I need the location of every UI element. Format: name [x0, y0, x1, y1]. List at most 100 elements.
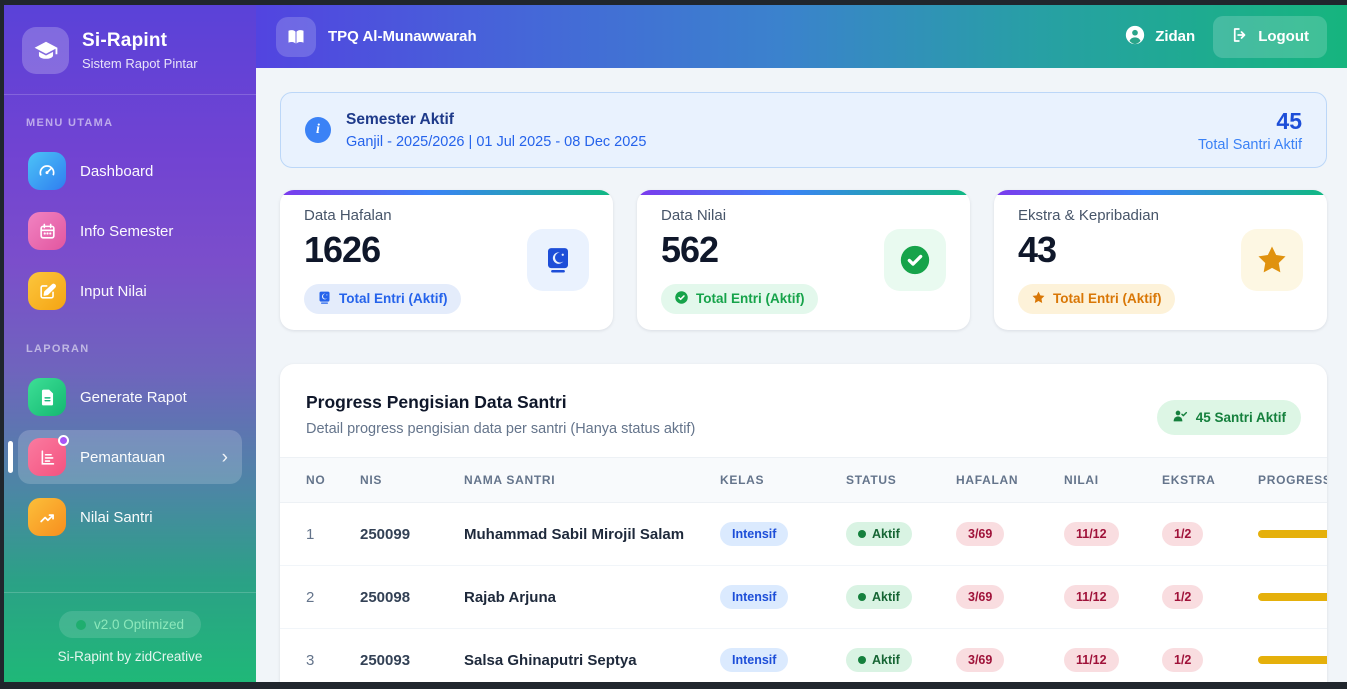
logout-button[interactable]: Logout	[1213, 15, 1327, 58]
app-tagline: Sistem Rapot Pintar	[82, 56, 198, 71]
col-status: STATUS	[836, 457, 946, 503]
status-dot-icon	[858, 656, 866, 664]
sidebar-item-input-nilai[interactable]: Input Nilai	[18, 264, 242, 318]
semester-detail: Ganjil - 2025/2026 | 01 Jul 2025 - 08 De…	[346, 133, 647, 150]
stat-card-hafalan: Data Hafalan 1626 Total Entri (Aktif)	[280, 190, 613, 330]
col-ekstra: EKSTRA	[1152, 457, 1248, 503]
sidebar-item-label: Info Semester	[80, 222, 174, 240]
bar-chart-icon	[28, 435, 69, 476]
topbar: TPQ Al-Munawwarah Zidan Logout	[256, 5, 1347, 68]
info-icon: i	[305, 117, 331, 143]
table-row[interactable]: 3 250093 Salsa Ghinaputri Septya Intensi…	[280, 628, 1327, 682]
sidebar-item-label: Dashboard	[80, 162, 154, 180]
person-check-icon	[1172, 408, 1188, 427]
sidebar-item-generate-rapot[interactable]: Generate Rapot	[18, 370, 242, 424]
col-hafalan: HAFALAN	[946, 457, 1054, 503]
sidebar-item-label: Pemantauan	[80, 448, 166, 466]
row-nis: 250098	[350, 565, 454, 629]
hafalan-badge: 3/69	[956, 648, 1005, 672]
credit-text: Si-Rapint by zidCreative	[57, 649, 203, 664]
star-icon	[1241, 229, 1303, 291]
version-badge: v2.0 Optimized	[58, 611, 202, 638]
stat-badge-label: Total Entri (Aktif)	[339, 291, 448, 306]
user-chip[interactable]: Zidan	[1124, 24, 1195, 50]
table-row[interactable]: 1 250099 Muhammad Sabil Mirojil Salam In…	[280, 502, 1327, 566]
col-no: NO	[280, 457, 350, 503]
stat-badge: Total Entri (Aktif)	[1018, 283, 1175, 314]
hafalan-badge: 3/69	[956, 522, 1005, 546]
ekstra-badge: 1/2	[1162, 585, 1204, 609]
col-kelas: KELAS	[710, 457, 836, 503]
section-label-laporan: LAPORAN	[26, 343, 90, 355]
school-name: TPQ Al-Munawwarah	[328, 28, 477, 45]
stats-row: Data Hafalan 1626 Total Entri (Aktif) Da…	[280, 190, 1327, 330]
user-name: Zidan	[1155, 28, 1196, 45]
sidebar: Si-Rapint Sistem Rapot Pintar MENU UTAMA…	[4, 5, 256, 682]
status-label: Aktif	[872, 527, 900, 541]
status-dot-icon	[858, 593, 866, 601]
gauge-icon	[28, 152, 66, 190]
col-nama: NAMA SANTRI	[454, 457, 710, 503]
calendar-icon	[28, 212, 66, 250]
sidebar-item-pemantauan[interactable]: Pemantauan ›	[18, 430, 242, 484]
stat-label: Ekstra & Kepribadian	[1018, 206, 1159, 224]
semester-title: Semester Aktif	[346, 110, 454, 128]
stat-label: Data Nilai	[661, 206, 727, 224]
kelas-badge: Intensif	[720, 648, 789, 672]
sidebar-item-info-semester[interactable]: Info Semester	[18, 204, 242, 258]
ekstra-badge: 1/2	[1162, 522, 1204, 546]
stat-value: 562	[661, 228, 719, 270]
quran-icon	[317, 290, 332, 308]
row-nama: Muhammad Sabil Mirojil Salam	[454, 502, 710, 566]
star-icon	[1031, 290, 1046, 308]
sidebar-item-label: Generate Rapot	[80, 388, 187, 406]
quran-icon	[527, 229, 589, 291]
row-nama: Rajab Arjuna	[454, 565, 710, 629]
semester-banner: i Semester Aktif Ganjil - 2025/2026 | 01…	[280, 92, 1327, 168]
status-label: Aktif	[872, 653, 900, 667]
col-nis: NIS	[350, 457, 454, 503]
stat-label: Data Hafalan	[304, 206, 392, 224]
stat-badge-label: Total Entri (Aktif)	[1053, 291, 1162, 306]
row-no: 1	[280, 502, 350, 566]
status-label: Aktif	[872, 590, 900, 604]
page-content: i Semester Aktif Ganjil - 2025/2026 | 01…	[256, 68, 1347, 682]
nilai-badge: 11/12	[1064, 648, 1119, 672]
sidebar-brand: Si-Rapint Sistem Rapot Pintar	[4, 5, 256, 95]
progress-bar	[1258, 593, 1327, 601]
progress-bar	[1258, 530, 1327, 538]
santri-table: NO NIS NAMA SANTRI KELAS STATUS HAFALAN …	[280, 457, 1327, 682]
sidebar-item-dashboard[interactable]: Dashboard	[18, 144, 242, 198]
check-circle-icon	[884, 229, 946, 291]
stat-badge-label: Total Entri (Aktif)	[696, 291, 805, 306]
status-dot-icon	[75, 619, 86, 630]
progress-title: Progress Pengisian Data Santri	[306, 392, 567, 412]
santri-aktif-label: 45 Santri Aktif	[1195, 410, 1286, 425]
santri-aktif-badge: 45 Santri Aktif	[1156, 400, 1301, 435]
stat-badge: Total Entri (Aktif)	[661, 283, 818, 314]
user-circle-icon	[1124, 24, 1146, 50]
sidebar-item-label: Nilai Santri	[80, 508, 153, 526]
edit-icon	[28, 272, 66, 310]
hafalan-badge: 3/69	[956, 585, 1005, 609]
status-dot-icon	[858, 530, 866, 538]
notification-dot	[58, 435, 69, 446]
app-window: Si-Rapint Sistem Rapot Pintar MENU UTAMA…	[4, 5, 1347, 682]
chevron-right-icon: ›	[221, 446, 228, 468]
document-icon	[28, 378, 66, 416]
row-nama: Salsa Ghinaputri Septya	[454, 628, 710, 682]
sidebar-item-nilai-santri[interactable]: Nilai Santri	[18, 490, 242, 544]
sidebar-footer: v2.0 Optimized Si-Rapint by zidCreative	[4, 592, 256, 682]
status-badge: Aktif	[846, 585, 912, 609]
total-santri-value: 45	[1276, 107, 1302, 134]
app-name: Si-Rapint	[82, 30, 168, 51]
table-row[interactable]: 2 250098 Rajab Arjuna Intensif Aktif 3/6…	[280, 565, 1327, 629]
main-area: TPQ Al-Munawwarah Zidan Logout i Semeste…	[256, 5, 1347, 682]
row-nis: 250093	[350, 628, 454, 682]
nilai-badge: 11/12	[1064, 522, 1119, 546]
progress-card: Progress Pengisian Data Santri Detail pr…	[280, 364, 1327, 682]
total-santri-label: Total Santri Aktif	[1198, 136, 1302, 153]
santri-table-scroll[interactable]: NO NIS NAMA SANTRI KELAS STATUS HAFALAN …	[280, 457, 1327, 682]
line-chart-icon	[28, 498, 66, 536]
version-badge-label: v2.0 Optimized	[93, 617, 185, 632]
